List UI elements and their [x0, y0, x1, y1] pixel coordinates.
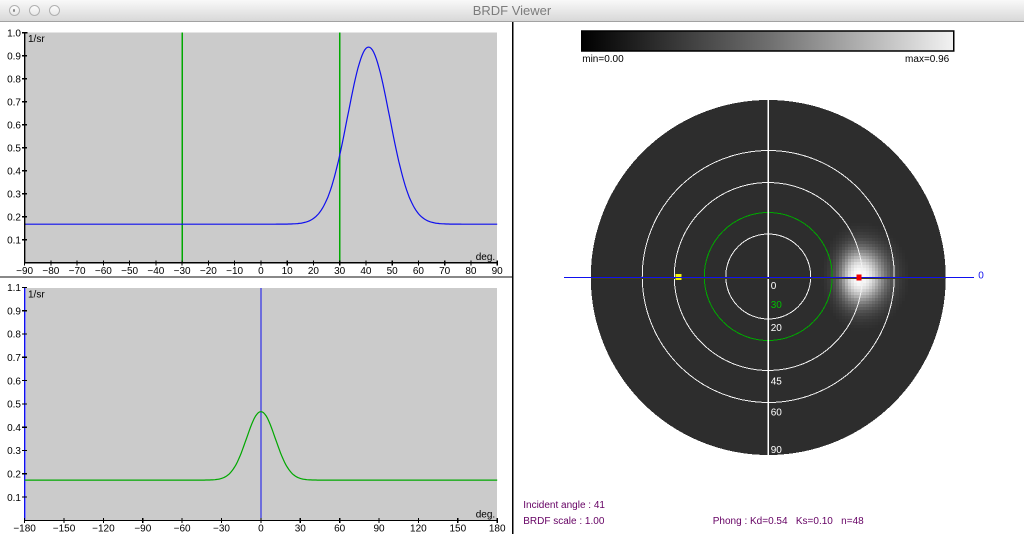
svg-text:0.6: 0.6 — [7, 121, 21, 132]
svg-text:0.2: 0.2 — [7, 213, 21, 224]
svg-text:0.4: 0.4 — [7, 423, 21, 434]
svg-text:−50: −50 — [121, 266, 138, 277]
svg-text:1.1: 1.1 — [7, 283, 21, 294]
svg-text:1/sr: 1/sr — [28, 34, 45, 45]
svg-text:−180: −180 — [13, 523, 36, 534]
svg-text:−10: −10 — [226, 266, 243, 277]
svg-text:BRDF scale : 1.00: BRDF scale : 1.00 — [523, 516, 605, 527]
svg-text:deg.: deg. — [476, 509, 495, 520]
svg-text:0.3: 0.3 — [7, 446, 21, 457]
svg-text:0.7: 0.7 — [7, 353, 21, 364]
svg-text:50: 50 — [387, 266, 399, 277]
svg-text:−30: −30 — [174, 266, 191, 277]
svg-text:20: 20 — [770, 323, 782, 334]
svg-text:90: 90 — [770, 445, 782, 456]
svg-text:0.1: 0.1 — [7, 493, 21, 504]
svg-text:0.5: 0.5 — [7, 144, 21, 155]
svg-text:−40: −40 — [147, 266, 164, 277]
svg-text:−70: −70 — [69, 266, 86, 277]
svg-text:0.1: 0.1 — [7, 236, 21, 247]
svg-text:0.9: 0.9 — [7, 52, 21, 63]
svg-text:30: 30 — [770, 300, 782, 311]
svg-text:0: 0 — [770, 281, 776, 292]
svg-text:−60: −60 — [95, 266, 112, 277]
svg-text:deg.: deg. — [476, 252, 495, 263]
svg-text:90: 90 — [492, 266, 504, 277]
svg-text:90: 90 — [373, 523, 385, 534]
svg-text:0.4: 0.4 — [7, 167, 21, 178]
svg-text:0.7: 0.7 — [7, 98, 21, 109]
svg-text:−80: −80 — [42, 266, 59, 277]
svg-text:−30: −30 — [213, 523, 230, 534]
svg-text:45: 45 — [770, 377, 782, 388]
svg-text:−150: −150 — [53, 523, 76, 534]
svg-text:0.5: 0.5 — [7, 400, 21, 411]
svg-text:30: 30 — [334, 266, 346, 277]
svg-text:Incident angle : 41: Incident angle : 41 — [523, 500, 605, 511]
svg-text:−20: −20 — [200, 266, 217, 277]
svg-text:max=0.96: max=0.96 — [905, 54, 950, 65]
svg-text:60: 60 — [770, 408, 782, 419]
svg-text:60: 60 — [413, 266, 425, 277]
svg-text:0: 0 — [258, 523, 264, 534]
svg-text:−120: −120 — [92, 523, 115, 534]
svg-text:−90: −90 — [16, 266, 33, 277]
svg-text:1/sr: 1/sr — [28, 290, 45, 301]
svg-text:70: 70 — [439, 266, 451, 277]
svg-text:0.2: 0.2 — [7, 470, 21, 481]
svg-text:180: 180 — [489, 523, 506, 534]
svg-text:Phong : Kd=0.54 Ks=0.10 n=: Phong : Kd=0.54 Ks=0.10 n=48 — [712, 516, 863, 527]
svg-text:120: 120 — [410, 523, 427, 534]
svg-text:min=0.00: min=0.00 — [582, 54, 624, 65]
svg-text:0.6: 0.6 — [7, 376, 21, 387]
svg-text:20: 20 — [308, 266, 320, 277]
svg-text:−90: −90 — [134, 523, 151, 534]
svg-text:60: 60 — [334, 523, 346, 534]
svg-text:0.9: 0.9 — [7, 306, 21, 317]
svg-text:−60: −60 — [174, 523, 191, 534]
svg-text:40: 40 — [360, 266, 372, 277]
svg-text:150: 150 — [449, 523, 466, 534]
svg-text:0.8: 0.8 — [7, 330, 21, 341]
svg-text:10: 10 — [282, 266, 294, 277]
svg-text:30: 30 — [295, 523, 307, 534]
svg-text:0.3: 0.3 — [7, 190, 21, 201]
svg-text:0: 0 — [258, 266, 264, 277]
svg-text:80: 80 — [465, 266, 477, 277]
svg-text:0: 0 — [978, 271, 984, 282]
svg-text:0.8: 0.8 — [7, 75, 21, 86]
svg-text:1.0: 1.0 — [7, 29, 21, 40]
